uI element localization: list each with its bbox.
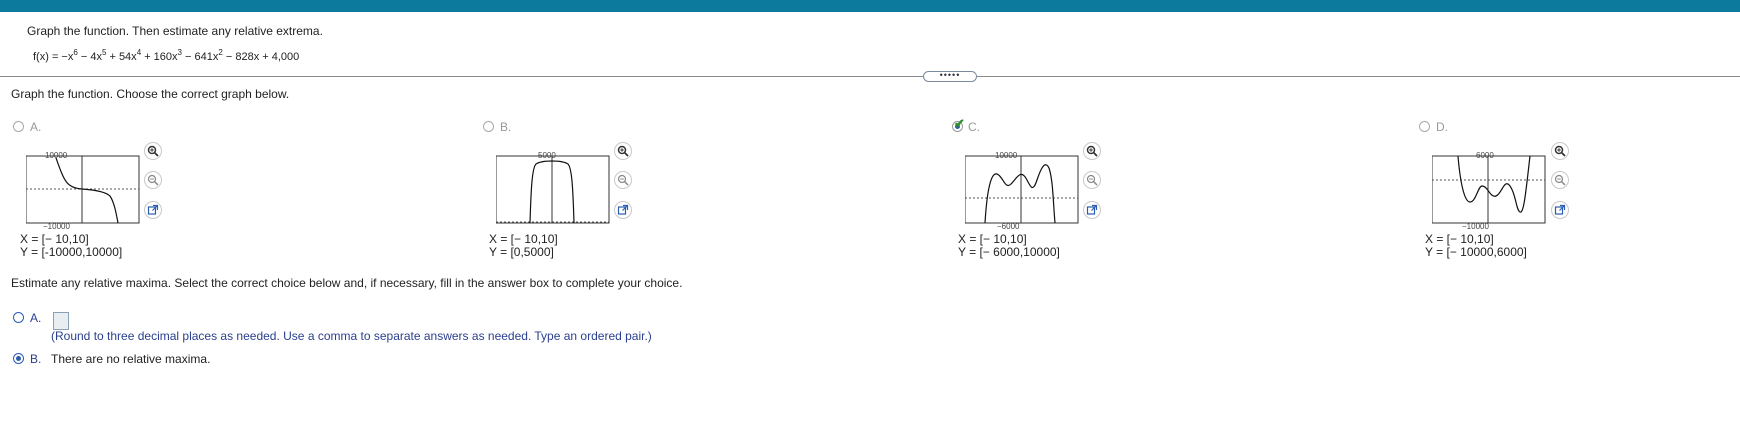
graph-option-d: 6000 −10000: [1431, 150, 1548, 233]
graph-option-b-label[interactable]: B.: [500, 120, 511, 134]
zoom-out-icon[interactable]: [1083, 171, 1101, 189]
zoom-in-icon[interactable]: [1551, 142, 1569, 160]
part2-prompt: Estimate any relative maxima. Select the…: [11, 276, 683, 290]
graph-d-yrange: Y = [− 10000,6000]: [1425, 245, 1527, 259]
zoom-in-icon[interactable]: [1083, 142, 1101, 160]
section-divider: [0, 76, 1740, 77]
maxima-option-a-label[interactable]: A.: [30, 311, 41, 325]
zoom-out-icon[interactable]: [144, 171, 162, 189]
graph-c-xrange: X = [− 10,10]: [958, 232, 1027, 246]
open-new-window-icon[interactable]: [144, 201, 162, 219]
graph-a-xrange: X = [− 10,10]: [20, 232, 89, 246]
top-banner: [0, 0, 1740, 12]
part1-prompt: Graph the function. Choose the correct g…: [11, 87, 290, 101]
graph-option-b-radio[interactable]: [483, 121, 494, 132]
graph-a-yrange: Y = [-10000,10000]: [20, 245, 123, 259]
graph-c-yrange: Y = [− 6000,10000]: [958, 245, 1060, 259]
graph-option-b: 5000: [495, 150, 612, 233]
graph-d-ymin-label: −10000: [1462, 222, 1489, 230]
function-expression: f(x) = −x6 − 4x5 + 54x4 + 160x3 − 641x2 …: [33, 48, 300, 64]
graph-b-xrange: X = [− 10,10]: [489, 232, 558, 246]
zoom-in-icon[interactable]: [614, 142, 632, 160]
graph-a-ymin-label: −10000: [43, 222, 70, 230]
graph-b-ymax-label: 5000: [538, 151, 556, 160]
graph-option-d-label[interactable]: D.: [1436, 120, 1448, 134]
graph-b-yrange: Y = [0,5000]: [489, 245, 554, 259]
show-more-button[interactable]: •••••: [923, 71, 977, 82]
zoom-out-icon[interactable]: [614, 171, 632, 189]
maxima-option-b-text[interactable]: There are no relative maxima.: [51, 352, 210, 366]
open-new-window-icon[interactable]: [1551, 201, 1569, 219]
graph-a-ymax-label: 10000: [45, 151, 68, 160]
maxima-answer-input[interactable]: [53, 312, 69, 330]
graph-option-c: 10000 −6000: [964, 150, 1081, 233]
maxima-option-a-radio[interactable]: [13, 312, 24, 323]
correct-check-icon: ✔: [954, 116, 965, 131]
open-new-window-icon[interactable]: [614, 201, 632, 219]
zoom-in-icon[interactable]: [144, 142, 162, 160]
maxima-option-b-radio[interactable]: [13, 353, 24, 364]
graph-c-ymax-label: 10000: [995, 151, 1018, 160]
maxima-option-b-label[interactable]: B.: [30, 352, 41, 366]
graph-d-xrange: X = [− 10,10]: [1425, 232, 1494, 246]
zoom-out-icon[interactable]: [1551, 171, 1569, 189]
graph-option-c-label[interactable]: C.: [968, 120, 980, 134]
graph-option-d-radio[interactable]: [1419, 121, 1430, 132]
graph-d-ymax-label: 6000: [1476, 151, 1494, 160]
open-new-window-icon[interactable]: [1083, 201, 1101, 219]
graph-c-ymin-label: −6000: [997, 222, 1020, 230]
graph-option-a-radio[interactable]: [13, 121, 24, 132]
maxima-rounding-hint: (Round to three decimal places as needed…: [51, 329, 652, 343]
graph-option-a: 10000 −10000: [25, 150, 142, 233]
question-instruction: Graph the function. Then estimate any re…: [27, 24, 323, 38]
graph-option-a-label[interactable]: A.: [30, 120, 41, 134]
